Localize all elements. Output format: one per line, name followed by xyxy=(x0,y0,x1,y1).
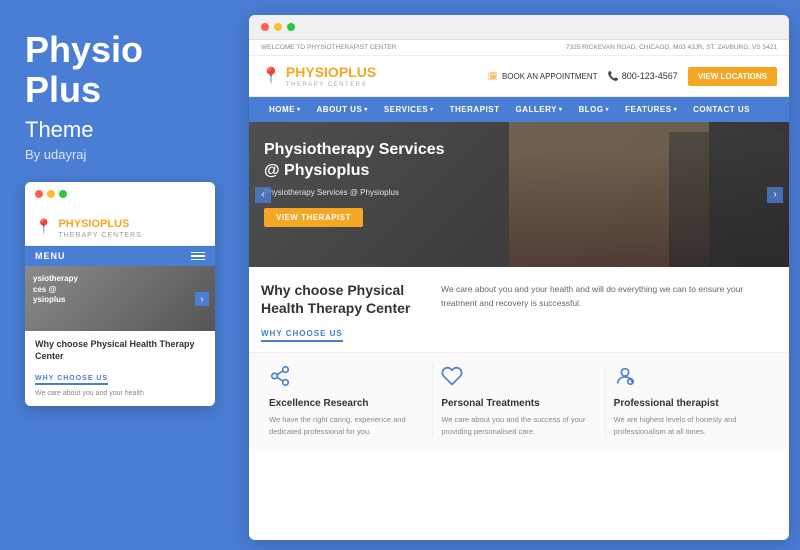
feature-professional-title: Professional therapist xyxy=(614,398,769,409)
why-left: Why choose Physical Health Therapy Cente… xyxy=(261,281,421,342)
features-section: Excellence Research We have the right ca… xyxy=(249,352,789,449)
mobile-bottom-section: Why choose Physical Health Therapy Cente… xyxy=(25,331,215,406)
nav-blog[interactable]: BLOG ▾ xyxy=(570,97,617,122)
nav-services[interactable]: SERVICES ▾ xyxy=(376,97,442,122)
why-sub-label: WHY CHOOSE US xyxy=(261,329,343,342)
browser-dot-yellow xyxy=(274,23,282,31)
topbar-address: 7325 RICKEVAN ROAD, CHICAGO, M03 43JR, S… xyxy=(566,44,777,51)
view-therapist-button[interactable]: VIEW THERAPIST xyxy=(264,208,363,227)
site-nav: HOME ▾ ABOUT US ▾ SERVICES ▾ THERAPIST G… xyxy=(249,97,789,122)
nav-therapist[interactable]: THERAPIST xyxy=(442,97,508,122)
why-title: Why choose Physical Health Therapy Cente… xyxy=(261,281,421,317)
dot-red xyxy=(35,190,43,198)
mobile-hero-arrow-right[interactable]: › xyxy=(195,292,209,306)
hero-prev-arrow[interactable]: ‹ xyxy=(255,187,271,203)
header-right: 🗓 BOOK AN APPOINTMENT 📞 800-123-4567 VIE… xyxy=(488,67,777,86)
appointment-link[interactable]: 🗓 BOOK AN APPOINTMENT xyxy=(488,72,598,81)
desktop-preview: WELCOME TO PHYSIOTHERAPIST CENTER 7325 R… xyxy=(249,15,789,540)
browser-dot-red xyxy=(261,23,269,31)
mobile-logo-area: 📍 PHYSIOPLUS THERAPY CENTERS xyxy=(25,206,215,246)
site-topbar: WELCOME TO PHYSIOTHERAPIST CENTER 7325 R… xyxy=(249,40,789,56)
person-icon xyxy=(614,365,769,392)
mobile-menu-bar: MENU xyxy=(25,246,215,266)
site-header: 📍 PHYSIOPLUS THERAPY CENTERS 🗓 BOOK AN A… xyxy=(249,56,789,97)
hero-title: Physiotherapy Services @ Physioplus xyxy=(264,140,464,182)
app-author: By udayraj xyxy=(25,147,220,162)
browser-dot-green xyxy=(287,23,295,31)
mobile-brand-sub: THERAPY CENTERS xyxy=(58,232,141,239)
app-subtitle: Theme xyxy=(25,117,220,143)
browser-chrome xyxy=(249,15,789,40)
phone-number: 📞 800-123-4567 xyxy=(608,71,678,82)
nav-gallery[interactable]: GALLERY ▾ xyxy=(507,97,570,122)
nav-home[interactable]: HOME ▾ xyxy=(261,97,309,122)
view-locations-button[interactable]: VIEW LOCATIONS xyxy=(688,67,777,86)
mobile-why-sub: WHY CHOOSE US xyxy=(35,375,108,385)
mobile-brand: PHYSIOPLUS xyxy=(58,218,129,230)
feature-excellence: Excellence Research We have the right ca… xyxy=(261,365,433,437)
feature-personal: Personal Treatments We care about you an… xyxy=(433,365,605,437)
mobile-preview-card: 📍 PHYSIOPLUS THERAPY CENTERS MENU ysioth… xyxy=(25,182,215,406)
hero-subtitle: Physiotherapy Services @ Physioplus xyxy=(264,188,464,197)
mobile-menu-label: MENU xyxy=(35,251,66,261)
feature-personal-title: Personal Treatments xyxy=(441,398,596,409)
hero-next-arrow[interactable]: › xyxy=(767,187,783,203)
calendar-icon: 🗓 xyxy=(488,72,498,81)
logo-sub: THERAPY CENTERS xyxy=(286,82,376,88)
mobile-browser-chrome xyxy=(25,182,215,206)
nav-about[interactable]: ABOUT US ▾ xyxy=(309,97,376,122)
nav-features[interactable]: FEATURES ▾ xyxy=(617,97,685,122)
share-icon xyxy=(269,365,424,392)
topbar-welcome: WELCOME TO PHYSIOTHERAPIST CENTER xyxy=(261,44,396,51)
feature-personal-desc: We care about you and the success of you… xyxy=(441,414,596,437)
nav-contact[interactable]: CONTACT US xyxy=(685,97,758,122)
hamburger-icon[interactable] xyxy=(191,252,205,261)
phone-icon: 📞 xyxy=(608,71,619,82)
hero-content: Physiotherapy Services @ Physioplus Phys… xyxy=(264,140,464,227)
why-description: We care about you and your health and wi… xyxy=(441,281,777,342)
mobile-body-text: We care about you and your health xyxy=(35,389,205,399)
why-section: Why choose Physical Health Therapy Cente… xyxy=(249,267,789,352)
mobile-hero-text: ysiotherapy ces @ ysioplus xyxy=(33,274,78,305)
dot-green xyxy=(59,190,67,198)
heart-icon xyxy=(441,365,596,392)
feature-excellence-desc: We have the right caring, experience and… xyxy=(269,414,424,437)
logo-text: PHYSIOPLUS xyxy=(286,64,376,80)
left-panel: Physio Plus Theme By udayraj 📍 PHYSIOPLU… xyxy=(0,0,245,550)
feature-excellence-title: Excellence Research xyxy=(269,398,424,409)
hero-section: Physiotherapy Services @ Physioplus Phys… xyxy=(249,122,789,267)
site-logo: 📍 PHYSIOPLUS THERAPY CENTERS xyxy=(261,64,376,88)
logo-pin-icon: 📍 xyxy=(261,66,281,86)
feature-professional-desc: We are highest levels of honesty and pro… xyxy=(614,414,769,437)
mobile-why-title: Why choose Physical Health Therapy Cente… xyxy=(35,339,205,362)
app-title: Physio Plus xyxy=(25,30,220,109)
pin-icon: 📍 xyxy=(35,218,52,235)
feature-professional: Professional therapist We are highest le… xyxy=(606,365,777,437)
dot-yellow xyxy=(47,190,55,198)
mobile-hero: ysiotherapy ces @ ysioplus › xyxy=(25,266,215,331)
